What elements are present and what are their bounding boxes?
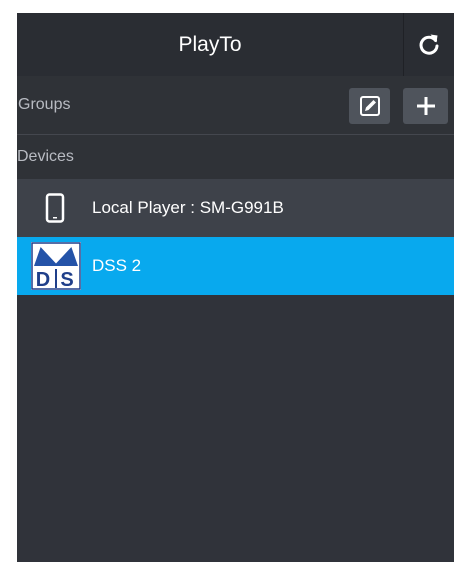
edit-icon: [359, 96, 380, 116]
svg-text:S: S: [60, 269, 73, 290]
dss-logo: D S: [31, 242, 81, 290]
groups-label: Groups: [18, 96, 71, 113]
edit-groups-button[interactable]: [349, 88, 390, 124]
refresh-icon: [419, 34, 439, 55]
title-bar: PlayTo: [17, 13, 454, 76]
phone-icon: [31, 179, 79, 237]
svg-text:D: D: [36, 269, 50, 290]
playto-screen: PlayTo Groups Devices Local Player: SM-…: [17, 13, 454, 562]
device-label: DSS 2: [92, 256, 142, 275]
device-item-local-player[interactable]: Local Player : SM-G991B: [17, 179, 454, 237]
devices-header: Devices: [17, 135, 454, 179]
devices-label: Devices: [17, 148, 74, 165]
plus-icon: [416, 97, 435, 115]
groups-header: Groups: [17, 76, 454, 134]
refresh-button[interactable]: [403, 13, 454, 76]
device-item-dss-2[interactable]: D S DSS 2: [17, 237, 454, 295]
device-label: Local Player : SM-G991B: [92, 198, 284, 217]
app-title: PlayTo: [178, 33, 242, 56]
add-group-button[interactable]: [403, 88, 448, 124]
device-list: Local Player : SM-G991B D S DSS 2: [17, 179, 454, 295]
